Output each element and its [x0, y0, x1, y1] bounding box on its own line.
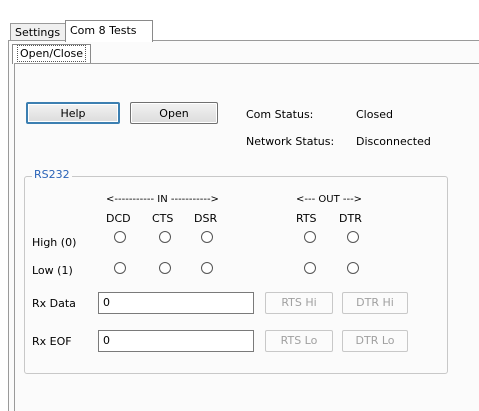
cts-high-radio[interactable] — [159, 231, 171, 243]
dsr-label: DSR — [194, 212, 218, 225]
dsr-high-radio[interactable] — [201, 231, 213, 243]
dtr-lo-button[interactable]: DTR Lo — [342, 330, 408, 352]
tab-open-close-label: Open/Close — [17, 45, 87, 62]
rts-label: RTS — [296, 212, 317, 225]
rx-data-field[interactable]: 0 — [98, 292, 254, 314]
network-status-label: Network Status: — [246, 135, 335, 148]
in-header: <----------- IN -----------> — [106, 194, 219, 205]
rx-eof-field[interactable]: 0 — [98, 330, 254, 352]
network-status-value: Disconnected — [356, 135, 431, 148]
dcd-label: DCD — [106, 212, 131, 225]
dtr-label: DTR — [339, 212, 362, 225]
com-status-label: Com Status: — [246, 108, 314, 121]
tab-settings[interactable]: Settings — [10, 23, 66, 41]
high-row-label: High (0) — [32, 236, 77, 249]
rts-hi-button[interactable]: RTS Hi — [265, 292, 333, 314]
dtr-high-radio[interactable] — [347, 231, 359, 243]
dtr-low-radio[interactable] — [347, 262, 359, 274]
rx-data-label: Rx Data — [32, 297, 76, 310]
cts-low-radio[interactable] — [159, 262, 171, 274]
tab-com8-tests[interactable]: Com 8 Tests — [65, 20, 153, 42]
low-row-label: Low (1) — [32, 264, 73, 277]
dcd-low-radio[interactable] — [114, 262, 126, 274]
rts-high-radio[interactable] — [304, 231, 316, 243]
dcd-high-radio[interactable] — [114, 231, 126, 243]
dtr-hi-button[interactable]: DTR Hi — [342, 292, 408, 314]
cts-label: CTS — [152, 212, 174, 225]
open-button[interactable]: Open — [130, 102, 218, 124]
rts-lo-button[interactable]: RTS Lo — [265, 330, 333, 352]
tab-com8-tests-label: Com 8 Tests — [70, 24, 137, 37]
rts-low-radio[interactable] — [304, 262, 316, 274]
tab-settings-label: Settings — [15, 26, 61, 39]
tab-open-close[interactable]: Open/Close — [12, 44, 92, 64]
rx-eof-label: Rx EOF — [32, 335, 72, 348]
help-button[interactable]: Help — [26, 102, 120, 124]
out-header: <--- OUT ---> — [296, 194, 363, 205]
rs232-group-title: RS232 — [32, 168, 72, 181]
com-status-value: Closed — [356, 108, 393, 121]
dsr-low-radio[interactable] — [201, 262, 213, 274]
